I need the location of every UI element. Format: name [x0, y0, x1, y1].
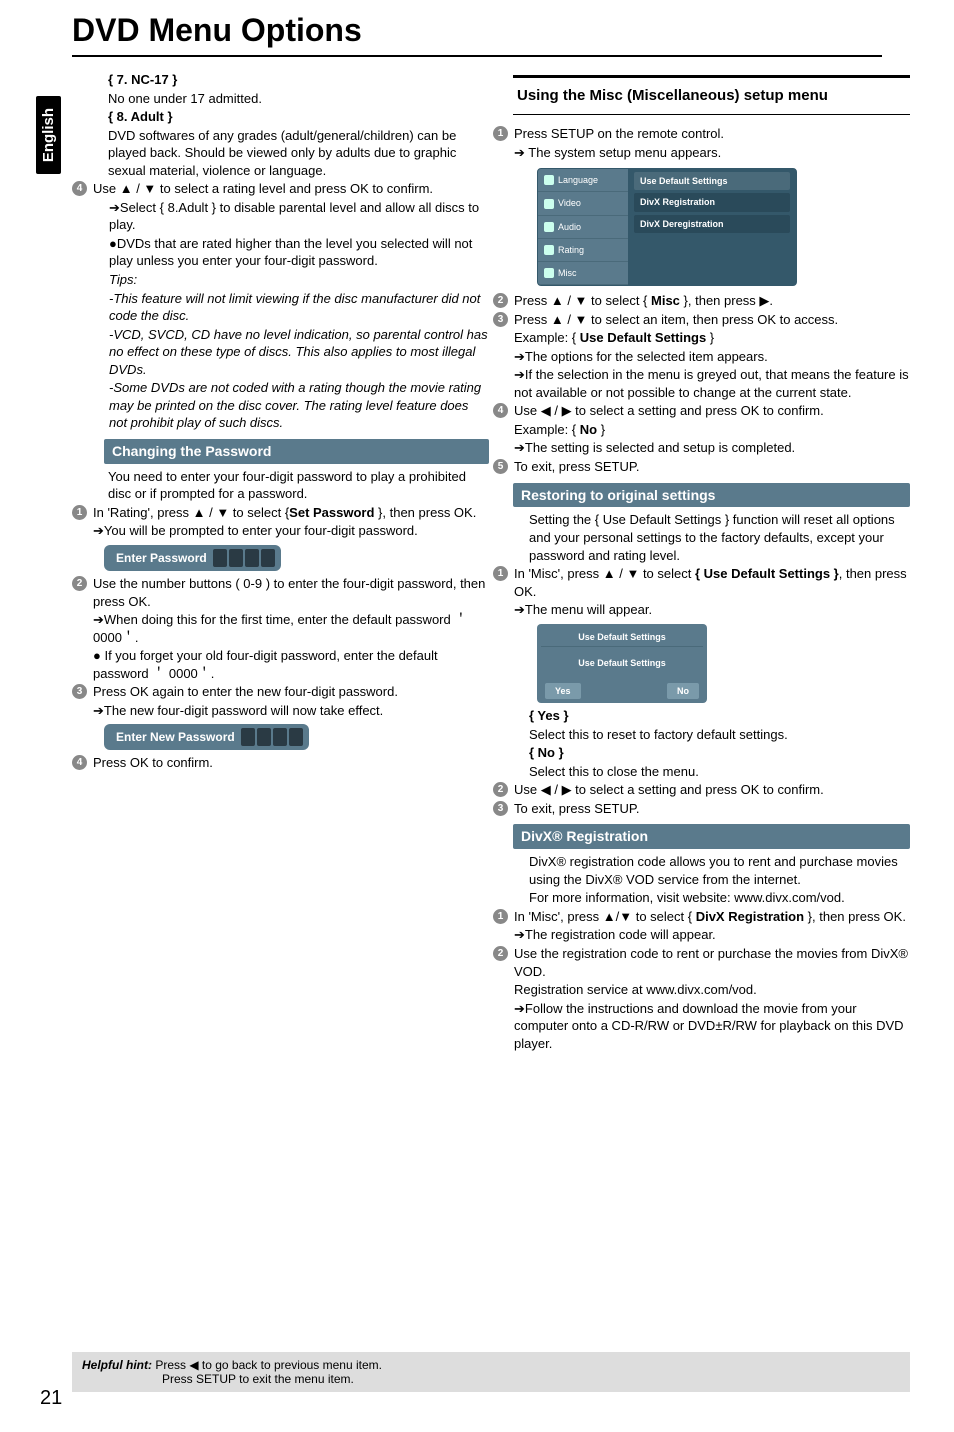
restore-step-1: 1: [493, 566, 508, 581]
divx-step-1: 1: [493, 909, 508, 924]
system-setup-menu: Language Video Audio Rating Misc Use Def…: [537, 168, 797, 286]
dialog-yes-button: Yes: [545, 683, 581, 699]
menu-language: Language: [538, 169, 628, 192]
adult-desc: DVD softwares of any grades (adult/gener…: [108, 127, 489, 180]
cp-intro: You need to enter your four-digit passwo…: [92, 468, 489, 503]
misc-step4c: ➔The setting is selected and setup is co…: [514, 439, 910, 457]
restore-step2-text: Use ◀ / ▶ to select a setting and press …: [514, 781, 910, 799]
menu-item-default: Use Default Settings: [634, 172, 790, 190]
helpful-hint-box: Helpful hint: Press ◀ to go back to prev…: [72, 1352, 910, 1392]
misc-heading: Using the Misc (Miscellaneous) setup men…: [513, 86, 910, 106]
menu-audio: Audio: [538, 216, 628, 239]
dialog-header: Use Default Settings: [541, 628, 703, 647]
restore-step1b: ➔The menu will appear.: [514, 601, 910, 619]
dialog-body: Use Default Settings: [541, 647, 703, 683]
dialog-no-button: No: [667, 683, 699, 699]
rating-step4c: ●DVDs that are rated higher than the lev…: [93, 235, 489, 270]
cp-step1: In 'Rating', press ▲ / ▼ to select {Set …: [93, 504, 489, 522]
globe-icon: [544, 175, 554, 185]
menu-item-divx-dereg: DivX Deregistration: [634, 215, 790, 233]
divx-step-2: 2: [493, 946, 508, 961]
menu-misc: Misc: [538, 262, 628, 285]
nc17-desc: No one under 17 admitted.: [108, 90, 489, 108]
restore-header: Restoring to original settings: [513, 483, 910, 508]
nc17-label: { 7. NC-17 }: [108, 71, 489, 89]
divx-step2c: ➔Follow the instructions and download th…: [514, 1000, 910, 1053]
rating-step4: Use ▲ / ▼ to select a rating level and p…: [93, 180, 489, 198]
restore-step-2: 2: [493, 782, 508, 797]
misc-step3-ex: Example: { Use Default Settings }: [514, 329, 910, 347]
hint1: Press ◀ to go back to previous menu item…: [155, 1358, 382, 1372]
misc-step3-text: Press ▲ / ▼ to select an item, then pres…: [514, 311, 910, 329]
cp-step4: Press OK to confirm.: [93, 754, 489, 772]
divx-step1-text: In 'Misc', press ▲/▼ to select { DivX Re…: [514, 908, 910, 926]
misc-step1-text: Press SETUP on the remote control.: [514, 125, 910, 143]
page-number: 21: [40, 1387, 62, 1410]
step-badge-2: 2: [72, 576, 87, 591]
enter-new-password-box: Enter New Password: [104, 724, 309, 750]
cp-step3: Press OK again to enter the new four-dig…: [93, 683, 489, 701]
misc-step1b: ➔ The system setup menu appears.: [514, 144, 910, 162]
restore-intro: Setting the { Use Default Settings } fun…: [513, 511, 910, 564]
restore-step-3: 3: [493, 801, 508, 816]
divx-step2-text: Use the registration code to rent or pur…: [514, 945, 910, 980]
yes-desc: Select this to reset to factory default …: [529, 726, 910, 744]
cp-step2b: ➔When doing this for the first time, ent…: [93, 611, 489, 646]
no-label: { No }: [529, 744, 910, 762]
cp-step3b: ➔The new four-digit password will now ta…: [93, 702, 489, 720]
divx-header: DivX® Registration: [513, 824, 910, 849]
restore-step1-text: In 'Misc', press ▲ / ▼ to select { Use D…: [514, 565, 910, 600]
step-badge-1: 1: [72, 505, 87, 520]
enter-password-box: Enter Password: [104, 545, 281, 571]
misc-step-4: 4: [493, 403, 508, 418]
restore-step3-text: To exit, press SETUP.: [514, 800, 910, 818]
yes-label: { Yes }: [529, 707, 910, 725]
misc-step2-text: Press ▲ / ▼ to select { Misc }, then pre…: [514, 292, 910, 310]
changing-password-header: Changing the Password: [104, 439, 489, 464]
no-desc: Select this to close the menu.: [529, 763, 910, 781]
page-title: DVD Menu Options: [0, 0, 954, 53]
menu-rating: Rating: [538, 239, 628, 262]
enter-password-label: Enter Password: [110, 550, 213, 566]
tip1: -This feature will not limit viewing if …: [93, 290, 489, 325]
divx-desc1: DivX® registration code allows you to re…: [513, 853, 910, 888]
hint2: Press SETUP to exit the menu item.: [82, 1372, 354, 1386]
misc-step-1: 1: [493, 126, 508, 141]
misc-step4-ex: Example: { No }: [514, 421, 910, 439]
misc-step3c: ➔The options for the selected item appea…: [514, 348, 910, 366]
adult-label: { 8. Adult }: [108, 108, 489, 126]
divx-step1b: ➔The registration code will appear.: [514, 926, 910, 944]
rating-step4b: ➔Select { 8.Adult } to disable parental …: [93, 199, 489, 234]
cp-step2: Use the number buttons ( 0-9 ) to enter …: [93, 575, 489, 610]
step-badge-4: 4: [72, 181, 87, 196]
step-badge-3: 3: [72, 684, 87, 699]
gear-icon: [544, 268, 554, 278]
hint-label: Helpful hint:: [82, 1358, 152, 1372]
left-column: { 7. NC-17 } No one under 17 admitted. {…: [92, 71, 489, 1053]
language-side-tab: English: [36, 96, 61, 174]
audio-icon: [544, 222, 554, 232]
enter-new-password-label: Enter New Password: [110, 729, 241, 745]
divx-step2b: Registration service at www.divx.com/vod…: [514, 981, 910, 999]
cp-step2c: ● If you forget your old four-digit pass…: [93, 647, 489, 682]
step-badge-4b: 4: [72, 755, 87, 770]
misc-step3d: ➔If the selection in the menu is greyed …: [514, 366, 910, 401]
tip2: -VCD, SVCD, CD have no level indication,…: [93, 326, 489, 379]
misc-step-5: 5: [493, 459, 508, 474]
misc-step-2: 2: [493, 293, 508, 308]
footer: Helpful hint: Press ◀ to go back to prev…: [72, 1352, 910, 1392]
menu-video: Video: [538, 192, 628, 215]
right-column: Using the Misc (Miscellaneous) setup men…: [513, 71, 910, 1053]
menu-item-divx-reg: DivX Registration: [634, 193, 790, 211]
tips-label: Tips:: [93, 271, 489, 289]
misc-step5-text: To exit, press SETUP.: [514, 458, 910, 476]
tip3: -Some DVDs are not coded with a rating t…: [93, 379, 489, 432]
lock-icon: [544, 245, 554, 255]
cp-step1b: ➔You will be prompted to enter your four…: [93, 522, 489, 540]
misc-step4-text: Use ◀ / ▶ to select a setting and press …: [514, 402, 910, 420]
video-icon: [544, 199, 554, 209]
use-default-dialog: Use Default Settings Use Default Setting…: [537, 624, 707, 703]
divx-desc2: For more information, visit website: www…: [513, 889, 910, 907]
misc-step-3: 3: [493, 312, 508, 327]
